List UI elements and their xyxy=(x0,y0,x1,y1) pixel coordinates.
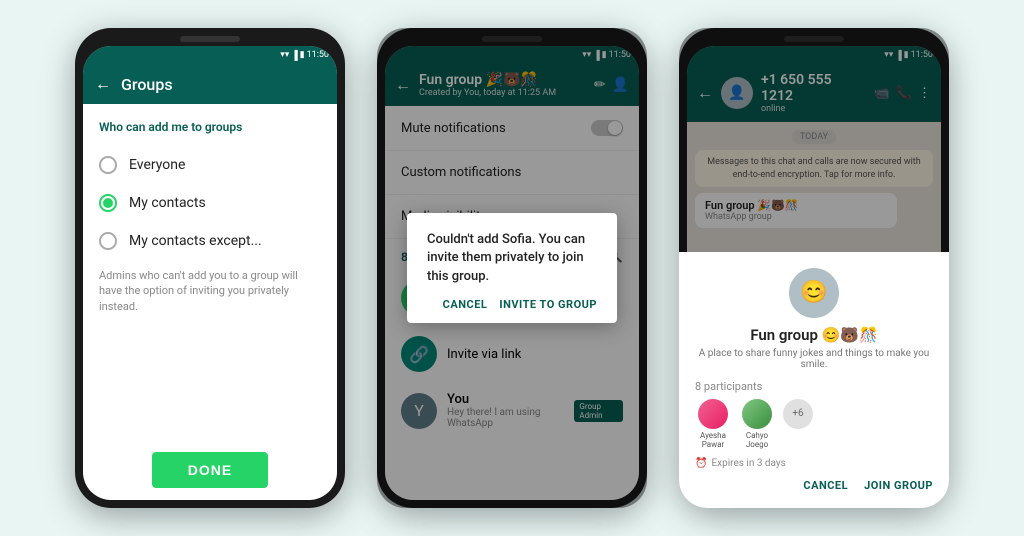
participant-2: Cahyo Joego xyxy=(739,399,775,450)
radio-label-everyone: Everyone xyxy=(129,157,185,173)
status-icons-1: ▾▾ ▐ ▮ 11:50 xyxy=(280,50,329,61)
invite-group-avatar: 😊 xyxy=(789,268,839,318)
invite-group-desc: A place to share funny jokes and things … xyxy=(695,348,933,370)
battery-icon: ▮ xyxy=(300,50,305,60)
phone-1: ▾▾ ▐ ▮ 11:50 ← Groups Who can add me to … xyxy=(75,28,345,508)
phone-3-inner: ▾▾ ▐ ▮ 11:50 ← 👤 +1 650 555 1212 online … xyxy=(687,46,941,500)
invite-actions: CANCEL JOIN GROUP xyxy=(695,479,933,492)
invite-cancel-button[interactable]: CANCEL xyxy=(803,479,848,492)
signal-icon: ▐ xyxy=(291,50,297,61)
radio-circle-except[interactable] xyxy=(99,232,117,250)
done-btn-container: DONE xyxy=(83,440,337,500)
invite-panel: 😊 Fun group 😊🐻🎊 A place to share funny j… xyxy=(687,252,941,500)
back-button-1[interactable]: ← xyxy=(95,74,111,94)
invite-group-name: Fun group 😊🐻🎊 xyxy=(695,326,933,344)
status-bar-1: ▾▾ ▐ ▮ 11:50 xyxy=(83,46,337,64)
participant-1: Ayesha Pawar xyxy=(695,399,731,450)
radio-mycontacts[interactable]: My contacts xyxy=(99,184,321,222)
radio-label-mycontacts: My contacts xyxy=(129,195,206,211)
phone-2: ▾▾ ▐ ▮ 11:50 ← Fun group 🎉🐻🎊 Created by … xyxy=(377,28,647,508)
radio-circle-mycontacts[interactable] xyxy=(99,194,117,212)
radio-label-except: My contacts except... xyxy=(129,233,262,249)
more-count: +6 xyxy=(783,399,813,429)
time-display-1: 11:50 xyxy=(307,50,329,60)
wifi-icon: ▾▾ xyxy=(280,50,289,60)
participant-2-name: Cahyo Joego xyxy=(739,431,775,450)
phone-1-inner: ▾▾ ▐ ▮ 11:50 ← Groups Who can add me to … xyxy=(83,46,337,500)
groups-content: Who can add me to groups Everyone My con… xyxy=(83,104,337,440)
phone-2-inner: ▾▾ ▐ ▮ 11:50 ← Fun group 🎉🐻🎊 Created by … xyxy=(385,46,639,500)
expires-row: ⏰ Expires in 3 days xyxy=(695,458,933,469)
section-label: Who can add me to groups xyxy=(99,120,321,134)
radio-mycontacts-except[interactable]: My contacts except... xyxy=(99,222,321,260)
radio-circle-everyone[interactable] xyxy=(99,156,117,174)
dialog-text: Couldn't add Sofia. You can invite them … xyxy=(427,231,597,286)
groups-title: Groups xyxy=(121,75,173,94)
groups-note: Admins who can't add you to a group will… xyxy=(99,268,321,314)
clock-icon: ⏰ xyxy=(695,458,707,469)
dialog-box: Couldn't add Sofia. You can invite them … xyxy=(407,213,617,323)
participant-1-avatar xyxy=(698,399,728,429)
join-group-button[interactable]: JOIN GROUP xyxy=(864,479,933,492)
dialog-actions: CANCEL INVITE TO GROUP xyxy=(427,298,597,311)
phone-3: ▾▾ ▐ ▮ 11:50 ← 👤 +1 650 555 1212 online … xyxy=(679,28,949,508)
phone-notch-1 xyxy=(180,36,240,42)
invite-participants-count: 8 participants xyxy=(695,380,933,393)
dialog-cancel-button[interactable]: CANCEL xyxy=(443,298,488,311)
group-invite-overlay: 😊 Fun group 😊🐻🎊 A place to share funny j… xyxy=(687,46,941,500)
dialog-overlay: Couldn't add Sofia. You can invite them … xyxy=(385,46,639,500)
phones-container: ▾▾ ▐ ▮ 11:50 ← Groups Who can add me to … xyxy=(55,8,969,528)
dialog-invite-button[interactable]: INVITE TO GROUP xyxy=(499,298,597,311)
participant-2-avatar xyxy=(742,399,772,429)
radio-everyone[interactable]: Everyone xyxy=(99,146,321,184)
more-participants: +6 xyxy=(783,399,813,450)
done-button[interactable]: DONE xyxy=(152,452,268,488)
expires-text: Expires in 3 days xyxy=(711,458,785,469)
app-bar-groups: ← Groups xyxy=(83,64,337,104)
invite-participant-avatars: Ayesha Pawar Cahyo Joego +6 xyxy=(695,399,933,450)
participant-1-name: Ayesha Pawar xyxy=(695,431,731,450)
